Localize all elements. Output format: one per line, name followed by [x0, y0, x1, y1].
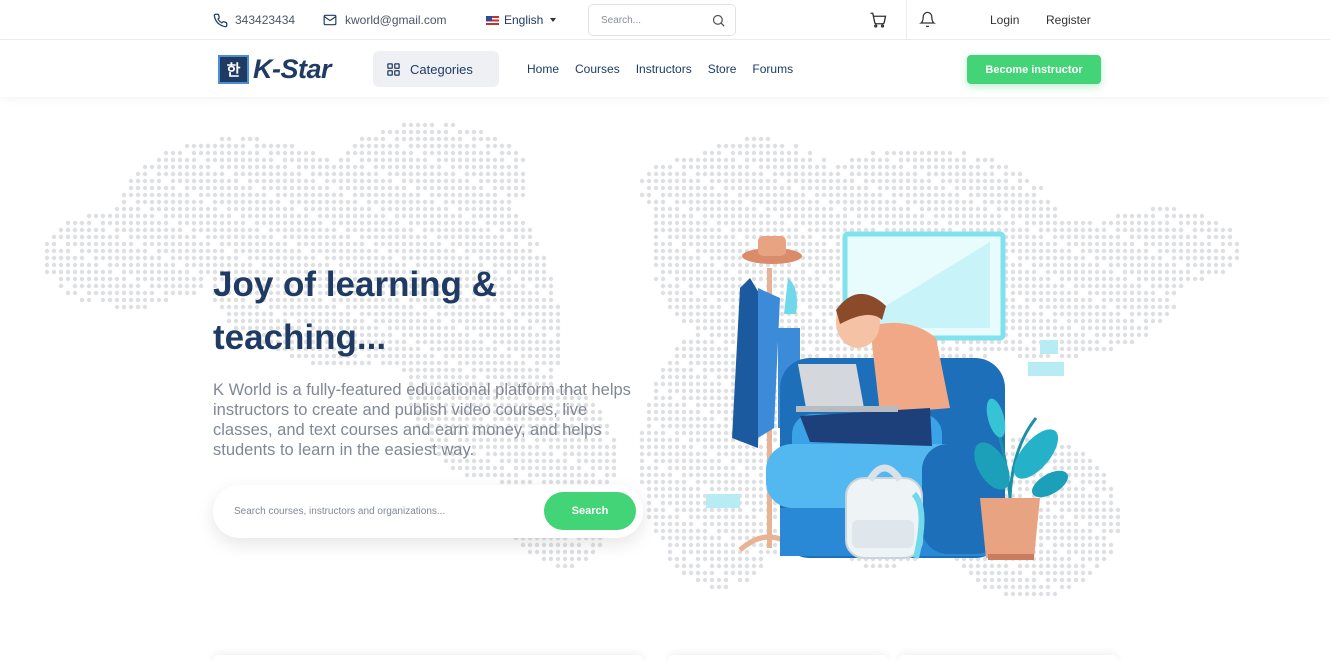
hero-section: Joy of learning & teaching... K World is…: [0, 98, 1330, 661]
hero-title-line1: Joy of learning &: [213, 265, 497, 304]
nav-forums[interactable]: Forums: [752, 62, 793, 76]
hero-title-line2: teaching...: [213, 318, 387, 357]
cart-button[interactable]: [869, 11, 887, 34]
top-search-box: [588, 4, 736, 36]
bottom-cards-peek: [213, 655, 1118, 661]
contact-email[interactable]: kworld@gmail.com: [322, 0, 447, 40]
feature-card: [898, 655, 1118, 661]
student-illustration: [706, 231, 1069, 560]
hero-search-input[interactable]: [234, 506, 534, 517]
nav-instructors[interactable]: Instructors: [636, 62, 692, 76]
logo-mark: 한: [218, 55, 249, 84]
contact-phone[interactable]: 343423434: [213, 0, 295, 40]
chevron-down-icon: [550, 18, 557, 22]
hero-title: Joy of learning & teaching...: [213, 258, 633, 364]
topbar-divider: [906, 0, 907, 40]
hero-search-button[interactable]: Search: [544, 492, 636, 530]
hero-description: K World is a fully-featured educational …: [213, 381, 631, 459]
become-instructor-button[interactable]: Become instructor: [967, 55, 1101, 84]
email-address: kworld@gmail.com: [345, 13, 447, 27]
mail-icon: [323, 14, 337, 26]
language-label: English: [504, 13, 544, 27]
us-flag-icon: [486, 15, 499, 25]
grid-icon: [387, 62, 400, 76]
hero-search-bar: Search: [213, 485, 643, 538]
login-link[interactable]: Login: [990, 0, 1019, 40]
categories-button[interactable]: Categories: [373, 51, 499, 87]
primary-nav: Home Courses Instructors Store Forums: [527, 41, 809, 97]
cart-icon: [870, 12, 887, 28]
nav-courses[interactable]: Courses: [575, 62, 620, 76]
logo-text: K-Star: [253, 54, 332, 84]
categories-label: Categories: [410, 61, 473, 77]
main-navbar: 한 K-Star Categories Home Courses Instruc…: [0, 41, 1330, 97]
nav-home[interactable]: Home: [527, 62, 559, 76]
search-icon[interactable]: [711, 13, 726, 28]
top-bar: 343423434 kworld@gmail.com English Login…: [0, 0, 1330, 40]
register-link[interactable]: Register: [1046, 0, 1091, 40]
nav-store[interactable]: Store: [708, 62, 737, 76]
feature-card: [668, 655, 888, 661]
site-logo[interactable]: 한 K-Star: [218, 54, 332, 85]
top-search-input[interactable]: [601, 14, 711, 26]
notifications-button[interactable]: [919, 11, 936, 33]
phone-icon: [213, 13, 228, 27]
bell-icon: [919, 11, 936, 28]
phone-number: 343423434: [235, 13, 296, 27]
language-selector[interactable]: English: [486, 0, 557, 40]
feature-card: [213, 655, 643, 661]
world-map-background: [44, 122, 1240, 597]
